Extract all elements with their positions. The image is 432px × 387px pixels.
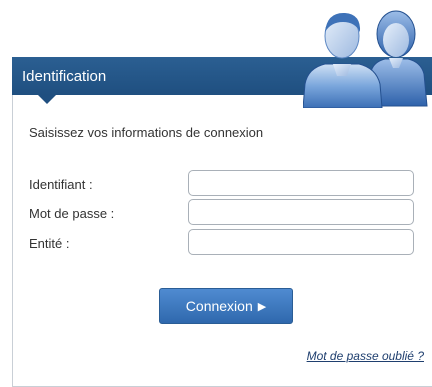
- users-icon: [303, 10, 428, 108]
- connexion-button[interactable]: Connexion ▶: [159, 288, 293, 324]
- intro-text: Saisissez vos informations de connexion: [29, 125, 264, 140]
- connexion-button-label: Connexion: [185, 298, 253, 314]
- username-field[interactable]: [188, 170, 414, 196]
- forgot-password-link[interactable]: Mot de passe oublié ?: [307, 349, 424, 363]
- entity-field[interactable]: [188, 229, 414, 255]
- password-field[interactable]: [188, 199, 414, 225]
- panel-title: Identification: [22, 68, 107, 85]
- header-pointer-icon: [38, 95, 56, 104]
- password-label: Mot de passe :: [29, 206, 115, 221]
- play-arrow-icon: ▶: [257, 300, 267, 313]
- username-label: Identifiant :: [29, 177, 93, 192]
- entity-label: Entité :: [29, 236, 70, 251]
